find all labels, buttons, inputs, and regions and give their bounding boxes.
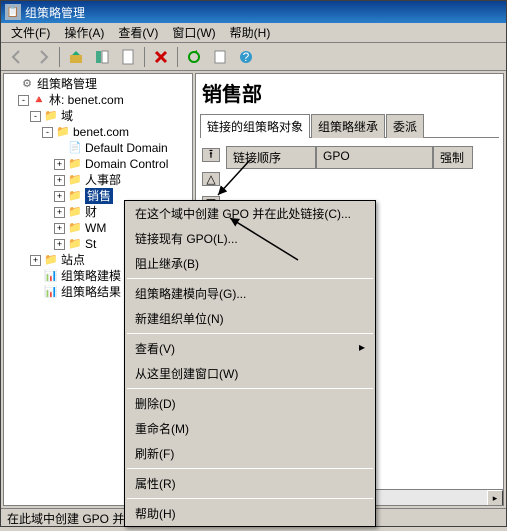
tabs: 链接的组策略对象 组策略继承 委派 [200, 113, 499, 138]
tree-forest[interactable]: 林: benet.com [49, 92, 124, 108]
tree-gpmodel[interactable]: 组策略建模 [61, 268, 121, 284]
folder-icon: 📁 [68, 237, 82, 251]
cm-link-existing-gpo[interactable]: 链接现有 GPO(L)... [125, 226, 375, 251]
col-forced[interactable]: 强制 [433, 146, 473, 169]
toggle-forest[interactable]: - [18, 95, 29, 106]
app-icon: 📋 [5, 4, 21, 20]
cm-help[interactable]: 帮助(H) [125, 501, 375, 526]
cm-new-window[interactable]: 从这里创建窗口(W) [125, 361, 375, 386]
menu-file[interactable]: 文件(F) [9, 24, 52, 41]
menu-view[interactable]: 查看(V) [116, 24, 160, 41]
result-icon: 📊 [44, 285, 58, 299]
folder-icon: 📁 [68, 221, 82, 235]
tab-inheritance[interactable]: 组策略继承 [311, 114, 385, 138]
cm-refresh[interactable]: 刷新(F) [125, 441, 375, 466]
forest-icon: 🔺 [32, 93, 46, 107]
scroll-right-button[interactable]: ▸ [487, 490, 503, 505]
col-gpo[interactable]: GPO [316, 146, 433, 169]
toggle-domains[interactable]: - [30, 111, 41, 122]
ou-icon: 📁 [68, 205, 82, 219]
cm-new-ou[interactable]: 新建组织单位(N) [125, 306, 375, 331]
move-up-button[interactable]: △ [202, 172, 220, 186]
gpo-icon: 📄 [68, 141, 82, 155]
gpm-icon: ⚙ [20, 77, 34, 91]
toggle-hr[interactable]: + [54, 175, 65, 186]
tree-root[interactable]: 组策略管理 [37, 76, 97, 92]
toolbar: ? [1, 43, 506, 71]
menu-window[interactable]: 窗口(W) [170, 24, 217, 41]
tree-finance[interactable]: 财 [85, 204, 97, 220]
cm-properties[interactable]: 属性(R) [125, 471, 375, 496]
ou-icon: 📁 [68, 189, 82, 203]
context-menu: 在这个域中创建 GPO 并在此处链接(C)... 链接现有 GPO(L)... … [124, 200, 376, 527]
toggle-wm[interactable]: + [54, 223, 65, 234]
menu-help[interactable]: 帮助(H) [228, 24, 273, 41]
domain-icon: 📁 [56, 125, 70, 139]
cm-delete[interactable]: 删除(D) [125, 391, 375, 416]
cm-gp-modeling-wizard[interactable]: 组策略建模向导(G)... [125, 281, 375, 306]
back-button[interactable] [5, 45, 29, 69]
cm-create-gpo-link[interactable]: 在这个域中创建 GPO 并在此处链接(C)... [125, 201, 375, 226]
detail-title: 销售部 [196, 74, 503, 111]
delete-button[interactable] [149, 45, 173, 69]
cm-block-inheritance[interactable]: 阻止继承(B) [125, 251, 375, 276]
tree-hr[interactable]: 人事部 [85, 172, 121, 188]
menubar: 文件(F) 操作(A) 查看(V) 窗口(W) 帮助(H) [1, 23, 506, 43]
toggle-st[interactable]: + [54, 239, 65, 250]
show-tree-button[interactable] [90, 45, 114, 69]
tree-gpresult[interactable]: 组策略结果 [61, 284, 121, 300]
ou-icon: 📁 [68, 173, 82, 187]
tree-domain-control[interactable]: Domain Control [85, 156, 168, 172]
export-button[interactable] [208, 45, 232, 69]
tree-sales[interactable]: 销售 [85, 188, 113, 204]
title-bar: 📋 组策略管理 [1, 1, 506, 23]
ou-icon: 📁 [68, 157, 82, 171]
up-button[interactable] [64, 45, 88, 69]
tree-domain[interactable]: benet.com [73, 124, 129, 140]
toggle-sites[interactable]: + [30, 255, 41, 266]
folder-icon: 📁 [44, 109, 58, 123]
cm-rename[interactable]: 重命名(M) [125, 416, 375, 441]
menu-action[interactable]: 操作(A) [62, 24, 106, 41]
sites-icon: 📁 [44, 253, 58, 267]
svg-text:?: ? [243, 50, 250, 64]
tree-domains[interactable]: 域 [61, 108, 73, 124]
model-icon: 📊 [44, 269, 58, 283]
toggle-domain[interactable]: - [42, 127, 53, 138]
forward-button[interactable] [31, 45, 55, 69]
tree-sites[interactable]: 站点 [61, 252, 85, 268]
help-button[interactable]: ? [234, 45, 258, 69]
column-headers: 链接顺序 GPO 强制 [226, 146, 473, 169]
tab-linked-gpo[interactable]: 链接的组策略对象 [200, 114, 310, 138]
move-top-button[interactable]: ⭱ [202, 148, 220, 162]
refresh-button[interactable] [182, 45, 206, 69]
tree-default-domain[interactable]: Default Domain [85, 140, 168, 156]
tab-delegation[interactable]: 委派 [386, 114, 424, 138]
tree-st[interactable]: St [85, 236, 96, 252]
cm-view[interactable]: 查看(V)▸ [125, 336, 375, 361]
col-link-order[interactable]: 链接顺序 [226, 146, 316, 169]
toggle-dc[interactable]: + [54, 159, 65, 170]
window-title: 组策略管理 [25, 4, 85, 21]
toggle-sales[interactable]: + [54, 191, 65, 202]
tree-wm[interactable]: WM [85, 220, 106, 236]
properties-button[interactable] [116, 45, 140, 69]
toggle-fin[interactable]: + [54, 207, 65, 218]
